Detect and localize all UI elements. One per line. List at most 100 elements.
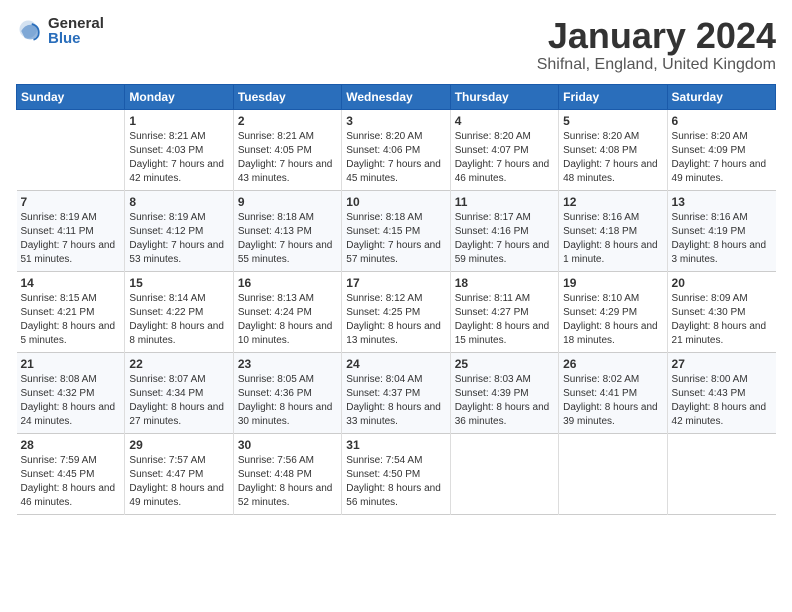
header-friday: Friday <box>559 84 667 109</box>
day-info: Sunrise: 8:20 AM Sunset: 4:08 PM Dayligh… <box>563 130 662 186</box>
header-saturday: Saturday <box>667 84 775 109</box>
day-number: 22 <box>129 357 228 371</box>
day-info: Sunrise: 8:18 AM Sunset: 4:15 PM Dayligh… <box>346 211 445 267</box>
day-number: 31 <box>346 438 445 452</box>
day-number: 20 <box>672 276 772 290</box>
calendar-cell: 12 Sunrise: 8:16 AM Sunset: 4:18 PM Dayli… <box>559 190 667 271</box>
page-container: General Blue January 2024 Shifnal, Engla… <box>0 0 792 525</box>
day-number: 21 <box>21 357 121 371</box>
header-wednesday: Wednesday <box>342 84 450 109</box>
calendar-cell: 30 Sunrise: 7:56 AM Sunset: 4:48 PM Dayli… <box>233 433 341 514</box>
calendar-cell: 1 Sunrise: 8:21 AM Sunset: 4:03 PM Daylig… <box>125 109 233 190</box>
calendar-cell: 9 Sunrise: 8:18 AM Sunset: 4:13 PM Daylig… <box>233 190 341 271</box>
calendar-body: 1 Sunrise: 8:21 AM Sunset: 4:03 PM Daylig… <box>17 109 776 514</box>
day-info: Sunrise: 8:16 AM Sunset: 4:18 PM Dayligh… <box>563 211 662 267</box>
day-number: 2 <box>238 114 337 128</box>
day-info: Sunrise: 8:07 AM Sunset: 4:34 PM Dayligh… <box>129 373 228 429</box>
day-info: Sunrise: 8:20 AM Sunset: 4:09 PM Dayligh… <box>672 130 772 186</box>
day-info: Sunrise: 8:19 AM Sunset: 4:12 PM Dayligh… <box>129 211 228 267</box>
day-number: 16 <box>238 276 337 290</box>
day-number: 13 <box>672 195 772 209</box>
calendar-cell: 14 Sunrise: 8:15 AM Sunset: 4:21 PM Dayli… <box>17 271 125 352</box>
day-info: Sunrise: 7:56 AM Sunset: 4:48 PM Dayligh… <box>238 454 337 510</box>
calendar-cell: 31Sunrise: 7:54 AM Sunset: 4:50 PM Dayli… <box>342 433 450 514</box>
calendar-week-1: 7Sunrise: 8:19 AM Sunset: 4:11 PM Daylig… <box>17 190 776 271</box>
calendar-cell <box>559 433 667 514</box>
logo-general: General <box>48 16 104 31</box>
calendar-cell: 8Sunrise: 8:19 AM Sunset: 4:12 PM Daylig… <box>125 190 233 271</box>
day-info: Sunrise: 8:13 AM Sunset: 4:24 PM Dayligh… <box>238 292 337 348</box>
day-info: Sunrise: 7:59 AM Sunset: 4:45 PM Dayligh… <box>21 454 121 510</box>
calendar-cell: 17Sunrise: 8:12 AM Sunset: 4:25 PM Dayli… <box>342 271 450 352</box>
day-number: 5 <box>563 114 662 128</box>
header-thursday: Thursday <box>450 84 558 109</box>
calendar-cell: 20 Sunrise: 8:09 AM Sunset: 4:30 PM Dayli… <box>667 271 775 352</box>
calendar-cell: 10 Sunrise: 8:18 AM Sunset: 4:15 PM Dayli… <box>342 190 450 271</box>
day-info: Sunrise: 8:00 AM Sunset: 4:43 PM Dayligh… <box>672 373 772 429</box>
calendar-cell: 18 Sunrise: 8:11 AM Sunset: 4:27 PM Dayli… <box>450 271 558 352</box>
header-monday: Monday <box>125 84 233 109</box>
day-number: 26 <box>563 357 662 371</box>
calendar-header: Sunday Monday Tuesday Wednesday Thursday… <box>17 84 776 109</box>
day-number: 23 <box>238 357 337 371</box>
logo-text: General Blue <box>48 16 104 46</box>
day-number: 3 <box>346 114 445 128</box>
day-number: 12 <box>563 195 662 209</box>
day-number: 7 <box>21 195 121 209</box>
day-info: Sunrise: 8:08 AM Sunset: 4:32 PM Dayligh… <box>21 373 121 429</box>
day-number: 27 <box>672 357 772 371</box>
calendar-table: Sunday Monday Tuesday Wednesday Thursday… <box>16 84 776 515</box>
day-number: 25 <box>455 357 554 371</box>
day-info: Sunrise: 8:15 AM Sunset: 4:21 PM Dayligh… <box>21 292 121 348</box>
day-number: 18 <box>455 276 554 290</box>
day-number: 14 <box>21 276 121 290</box>
day-number: 15 <box>129 276 228 290</box>
calendar-cell <box>450 433 558 514</box>
logo-icon <box>16 17 44 45</box>
header-row: Sunday Monday Tuesday Wednesday Thursday… <box>17 84 776 109</box>
calendar-cell: 7Sunrise: 8:19 AM Sunset: 4:11 PM Daylig… <box>17 190 125 271</box>
day-info: Sunrise: 8:18 AM Sunset: 4:13 PM Dayligh… <box>238 211 337 267</box>
day-number: 4 <box>455 114 554 128</box>
day-info: Sunrise: 8:12 AM Sunset: 4:25 PM Dayligh… <box>346 292 445 348</box>
day-info: Sunrise: 8:04 AM Sunset: 4:37 PM Dayligh… <box>346 373 445 429</box>
logo-blue: Blue <box>48 31 104 46</box>
calendar-week-3: 21 Sunrise: 8:08 AM Sunset: 4:32 PM Dayli… <box>17 352 776 433</box>
calendar-week-4: 28Sunrise: 7:59 AM Sunset: 4:45 PM Dayli… <box>17 433 776 514</box>
day-info: Sunrise: 8:20 AM Sunset: 4:07 PM Dayligh… <box>455 130 554 186</box>
day-info: Sunrise: 8:21 AM Sunset: 4:05 PM Dayligh… <box>238 130 337 186</box>
calendar-cell: 21 Sunrise: 8:08 AM Sunset: 4:32 PM Dayli… <box>17 352 125 433</box>
day-info: Sunrise: 7:57 AM Sunset: 4:47 PM Dayligh… <box>129 454 228 510</box>
day-info: Sunrise: 8:03 AM Sunset: 4:39 PM Dayligh… <box>455 373 554 429</box>
day-info: Sunrise: 8:05 AM Sunset: 4:36 PM Dayligh… <box>238 373 337 429</box>
day-number: 1 <box>129 114 228 128</box>
calendar-cell <box>667 433 775 514</box>
day-info: Sunrise: 8:20 AM Sunset: 4:06 PM Dayligh… <box>346 130 445 186</box>
day-info: Sunrise: 8:21 AM Sunset: 4:03 PM Dayligh… <box>129 130 228 186</box>
calendar-cell: 23 Sunrise: 8:05 AM Sunset: 4:36 PM Dayli… <box>233 352 341 433</box>
day-info: Sunrise: 8:02 AM Sunset: 4:41 PM Dayligh… <box>563 373 662 429</box>
calendar-title: January 2024 <box>537 16 776 56</box>
calendar-cell <box>17 109 125 190</box>
header-row: General Blue January 2024 Shifnal, Engla… <box>16 16 776 74</box>
calendar-week-0: 1 Sunrise: 8:21 AM Sunset: 4:03 PM Daylig… <box>17 109 776 190</box>
calendar-cell: 27 Sunrise: 8:00 AM Sunset: 4:43 PM Dayli… <box>667 352 775 433</box>
calendar-cell: 11Sunrise: 8:17 AM Sunset: 4:16 PM Dayli… <box>450 190 558 271</box>
day-number: 9 <box>238 195 337 209</box>
calendar-cell: 28Sunrise: 7:59 AM Sunset: 4:45 PM Dayli… <box>17 433 125 514</box>
calendar-subtitle: Shifnal, England, United Kingdom <box>537 56 776 74</box>
logo: General Blue <box>16 16 104 46</box>
day-number: 30 <box>238 438 337 452</box>
day-number: 19 <box>563 276 662 290</box>
day-info: Sunrise: 8:11 AM Sunset: 4:27 PM Dayligh… <box>455 292 554 348</box>
calendar-cell: 4 Sunrise: 8:20 AM Sunset: 4:07 PM Daylig… <box>450 109 558 190</box>
header-sunday: Sunday <box>17 84 125 109</box>
calendar-cell: 6Sunrise: 8:20 AM Sunset: 4:09 PM Daylig… <box>667 109 775 190</box>
header-tuesday: Tuesday <box>233 84 341 109</box>
day-info: Sunrise: 8:16 AM Sunset: 4:19 PM Dayligh… <box>672 211 772 267</box>
day-info: Sunrise: 8:09 AM Sunset: 4:30 PM Dayligh… <box>672 292 772 348</box>
calendar-cell: 26 Sunrise: 8:02 AM Sunset: 4:41 PM Dayli… <box>559 352 667 433</box>
day-info: Sunrise: 8:17 AM Sunset: 4:16 PM Dayligh… <box>455 211 554 267</box>
day-number: 10 <box>346 195 445 209</box>
calendar-cell: 15Sunrise: 8:14 AM Sunset: 4:22 PM Dayli… <box>125 271 233 352</box>
